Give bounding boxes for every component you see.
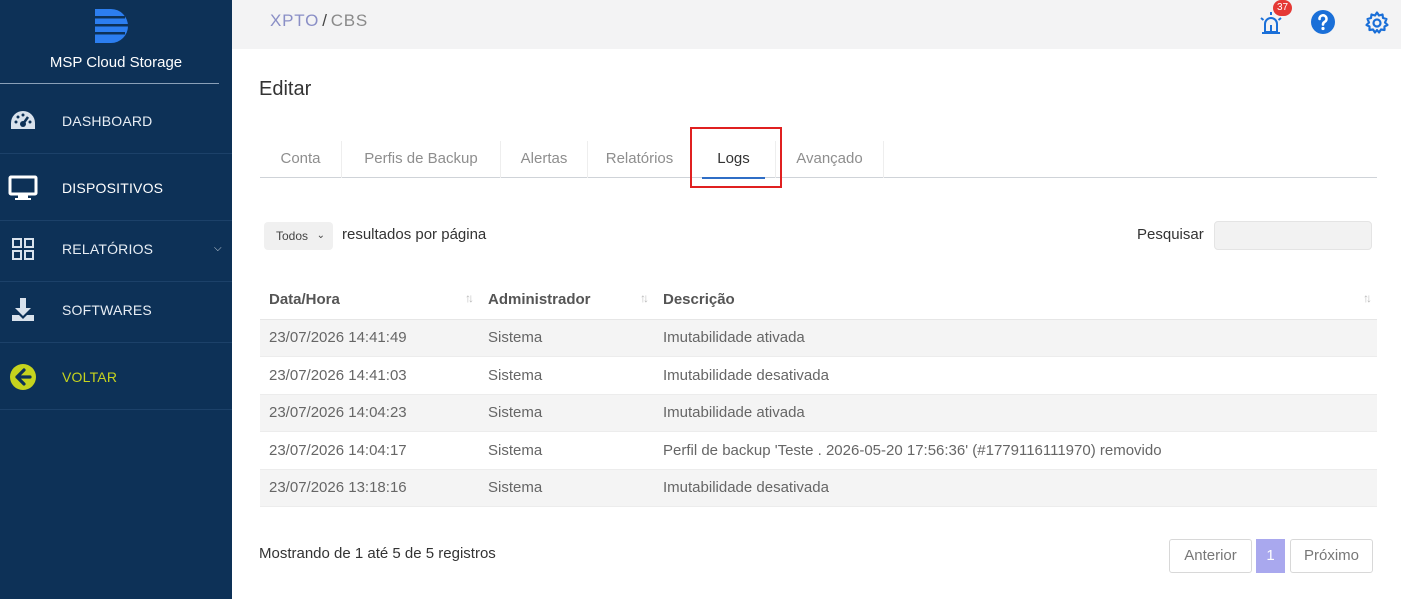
sidebar-item-dashboard[interactable]: DASHBOARD: [0, 88, 232, 154]
sort-icon: ↑↓: [465, 291, 474, 305]
tab-alertas[interactable]: Alertas: [501, 141, 588, 178]
sidebar-item-label: SOFTWARES: [62, 301, 152, 318]
sidebar-item-label: DISPOSITIVOS: [62, 179, 164, 196]
table-row: 23/07/2026 14:04:23 Sistema Imutabilidad…: [260, 394, 1377, 432]
page-title: Editar: [259, 78, 312, 100]
column-header-label: Descrição: [663, 290, 735, 308]
tabs: Conta Perfis de Backup Alertas Relatório…: [260, 141, 1377, 179]
sort-icon: ↑↓: [640, 291, 649, 305]
table-header-row: Data/Hora ↑↓ Administrador ↑↓ Descrição ↑↓: [260, 280, 1377, 320]
cell-description: Imutabilidade desativada: [654, 469, 1377, 507]
cell-admin: Sistema: [479, 394, 654, 432]
sidebar-item-label: VOLTAR: [62, 368, 118, 385]
cell-admin: Sistema: [479, 431, 654, 470]
logs-table: Data/Hora ↑↓ Administrador ↑↓ Descrição ↑↓ …: [260, 280, 1377, 507]
search-label: Pesquisar: [1137, 226, 1204, 243]
breadcrumb-item: CBS: [330, 11, 369, 30]
brand: MSP Cloud Storage: [0, 0, 219, 84]
brand-logo-icon: [95, 9, 128, 43]
sidebar-item-label: RELATÓRIOS: [62, 240, 154, 257]
cell-admin: Sistema: [479, 356, 654, 395]
page-length-select[interactable]: Todos ⌄: [264, 222, 333, 250]
pagination-next-button[interactable]: Próximo: [1290, 539, 1373, 573]
table-row: 23/07/2026 13:18:16 Sistema Imutabilidad…: [260, 469, 1377, 507]
tab-perfis-de-backup[interactable]: Perfis de Backup: [342, 141, 501, 178]
table-row: 23/07/2026 14:41:49 Sistema Imutabilidad…: [260, 319, 1377, 357]
sort-icon: ↑↓: [1363, 291, 1372, 305]
cell-date: 23/07/2026 14:04:17: [260, 431, 479, 470]
cell-description: Perfil de backup 'Teste . 2026-05-20 17:…: [654, 431, 1377, 470]
cell-admin: Sistema: [479, 319, 654, 357]
highlight-box: [690, 127, 782, 188]
gear-icon[interactable]: [1364, 10, 1390, 36]
column-header-administrador[interactable]: Administrador ↑↓: [479, 280, 654, 320]
help-icon[interactable]: [1310, 9, 1336, 35]
sidebar-item-voltar[interactable]: VOLTAR: [0, 344, 232, 410]
page-length-label: resultados por página: [342, 226, 487, 243]
gauge-icon: [8, 106, 38, 136]
table-info: Mostrando de 1 até 5 de 5 registros: [259, 545, 496, 562]
sidebar-item-dispositivos[interactable]: DISPOSITIVOS: [0, 155, 232, 221]
cell-date: 23/07/2026 14:41:03: [260, 356, 479, 395]
column-header-label: Administrador: [488, 290, 591, 308]
column-header-data-hora[interactable]: Data/Hora ↑↓: [260, 280, 479, 320]
download-icon: [8, 295, 38, 325]
tab-conta[interactable]: Conta: [260, 141, 342, 178]
table-row: 23/07/2026 14:41:03 Sistema Imutabilidad…: [260, 356, 1377, 395]
tab-avancado[interactable]: Avançado: [776, 141, 884, 178]
column-header-label: Data/Hora: [269, 290, 340, 308]
sidebar: MSP Cloud Storage DASHBOARD DISPOSITIVOS…: [0, 0, 232, 599]
chevron-down-icon: ⌵: [214, 243, 222, 254]
column-header-descricao[interactable]: Descrição ↑↓: [654, 280, 1377, 320]
chevron-down-icon: ⌄: [316, 230, 325, 241]
cell-date: 23/07/2026 14:41:49: [260, 319, 479, 357]
sidebar-item-relatorios[interactable]: RELATÓRIOS ⌵: [0, 216, 232, 282]
search-input[interactable]: [1214, 221, 1372, 250]
alerts-badge: 37: [1273, 0, 1293, 16]
sidebar-item-label: DASHBOARD: [62, 112, 153, 129]
table-row: 23/07/2026 14:04:17 Sistema Perfil de ba…: [260, 431, 1377, 470]
breadcrumb: XPTO / CBS: [270, 11, 368, 31]
grid-icon: [8, 234, 38, 264]
cell-description: Imutabilidade desativada: [654, 356, 1377, 395]
cell-date: 23/07/2026 14:04:23: [260, 394, 479, 432]
topbar: XPTO / CBS: [232, 0, 1401, 49]
pagination-previous-button[interactable]: Anterior: [1169, 539, 1252, 573]
sidebar-item-softwares[interactable]: SOFTWARES: [0, 277, 232, 343]
cell-description: Imutabilidade ativada: [654, 319, 1377, 357]
monitor-icon: [8, 173, 38, 203]
breadcrumb-item[interactable]: XPTO: [270, 11, 319, 30]
cell-description: Imutabilidade ativada: [654, 394, 1377, 432]
tab-relatorios[interactable]: Relatórios: [588, 141, 692, 178]
breadcrumb-separator: /: [322, 11, 328, 30]
page-length-value: Todos: [276, 229, 309, 243]
cell-admin: Sistema: [479, 469, 654, 507]
arrow-left-circle-icon: [8, 362, 38, 392]
pagination-page-button[interactable]: 1: [1256, 539, 1285, 573]
cell-date: 23/07/2026 13:18:16: [260, 469, 479, 507]
main-content: Editar Conta Perfis de Backup Alertas Re…: [232, 49, 1401, 599]
brand-name: MSP Cloud Storage: [49, 54, 183, 71]
